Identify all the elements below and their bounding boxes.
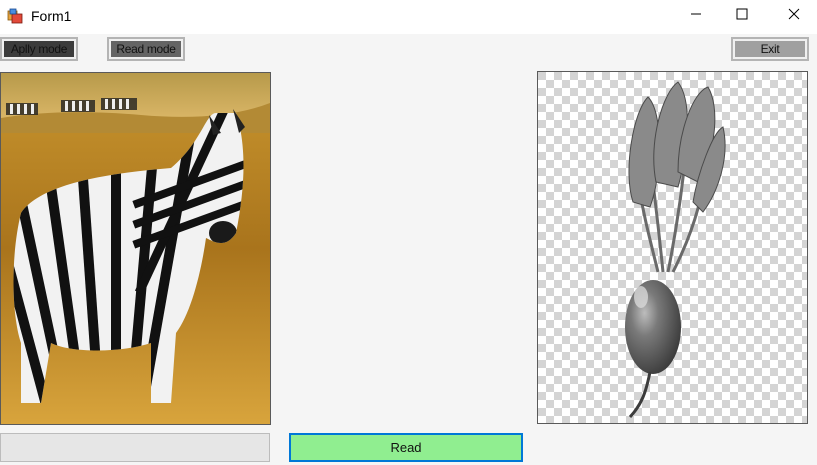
close-icon xyxy=(788,7,800,25)
progress-bar xyxy=(0,433,270,462)
apply-mode-label: Aplly mode xyxy=(4,41,74,57)
read-mode-button[interactable]: Read mode xyxy=(107,37,185,61)
read-mode-label: Read mode xyxy=(111,41,181,57)
title-bar: Form1 xyxy=(0,0,817,34)
apply-mode-button[interactable]: Aplly mode xyxy=(0,37,78,61)
exit-label: Exit xyxy=(735,41,805,57)
minimize-icon xyxy=(690,7,702,25)
close-button[interactable] xyxy=(771,0,817,32)
zebra-image xyxy=(1,73,270,424)
app-icon xyxy=(7,8,24,25)
maximize-button[interactable] xyxy=(719,0,765,32)
beet-image xyxy=(538,72,807,423)
read-button[interactable]: Read xyxy=(289,433,523,462)
window-title: Form1 xyxy=(31,8,72,24)
minimize-button[interactable] xyxy=(673,0,719,32)
maximize-icon xyxy=(736,7,748,25)
source-image-box xyxy=(0,72,271,425)
result-image-box xyxy=(537,71,808,424)
exit-button[interactable]: Exit xyxy=(731,37,809,61)
